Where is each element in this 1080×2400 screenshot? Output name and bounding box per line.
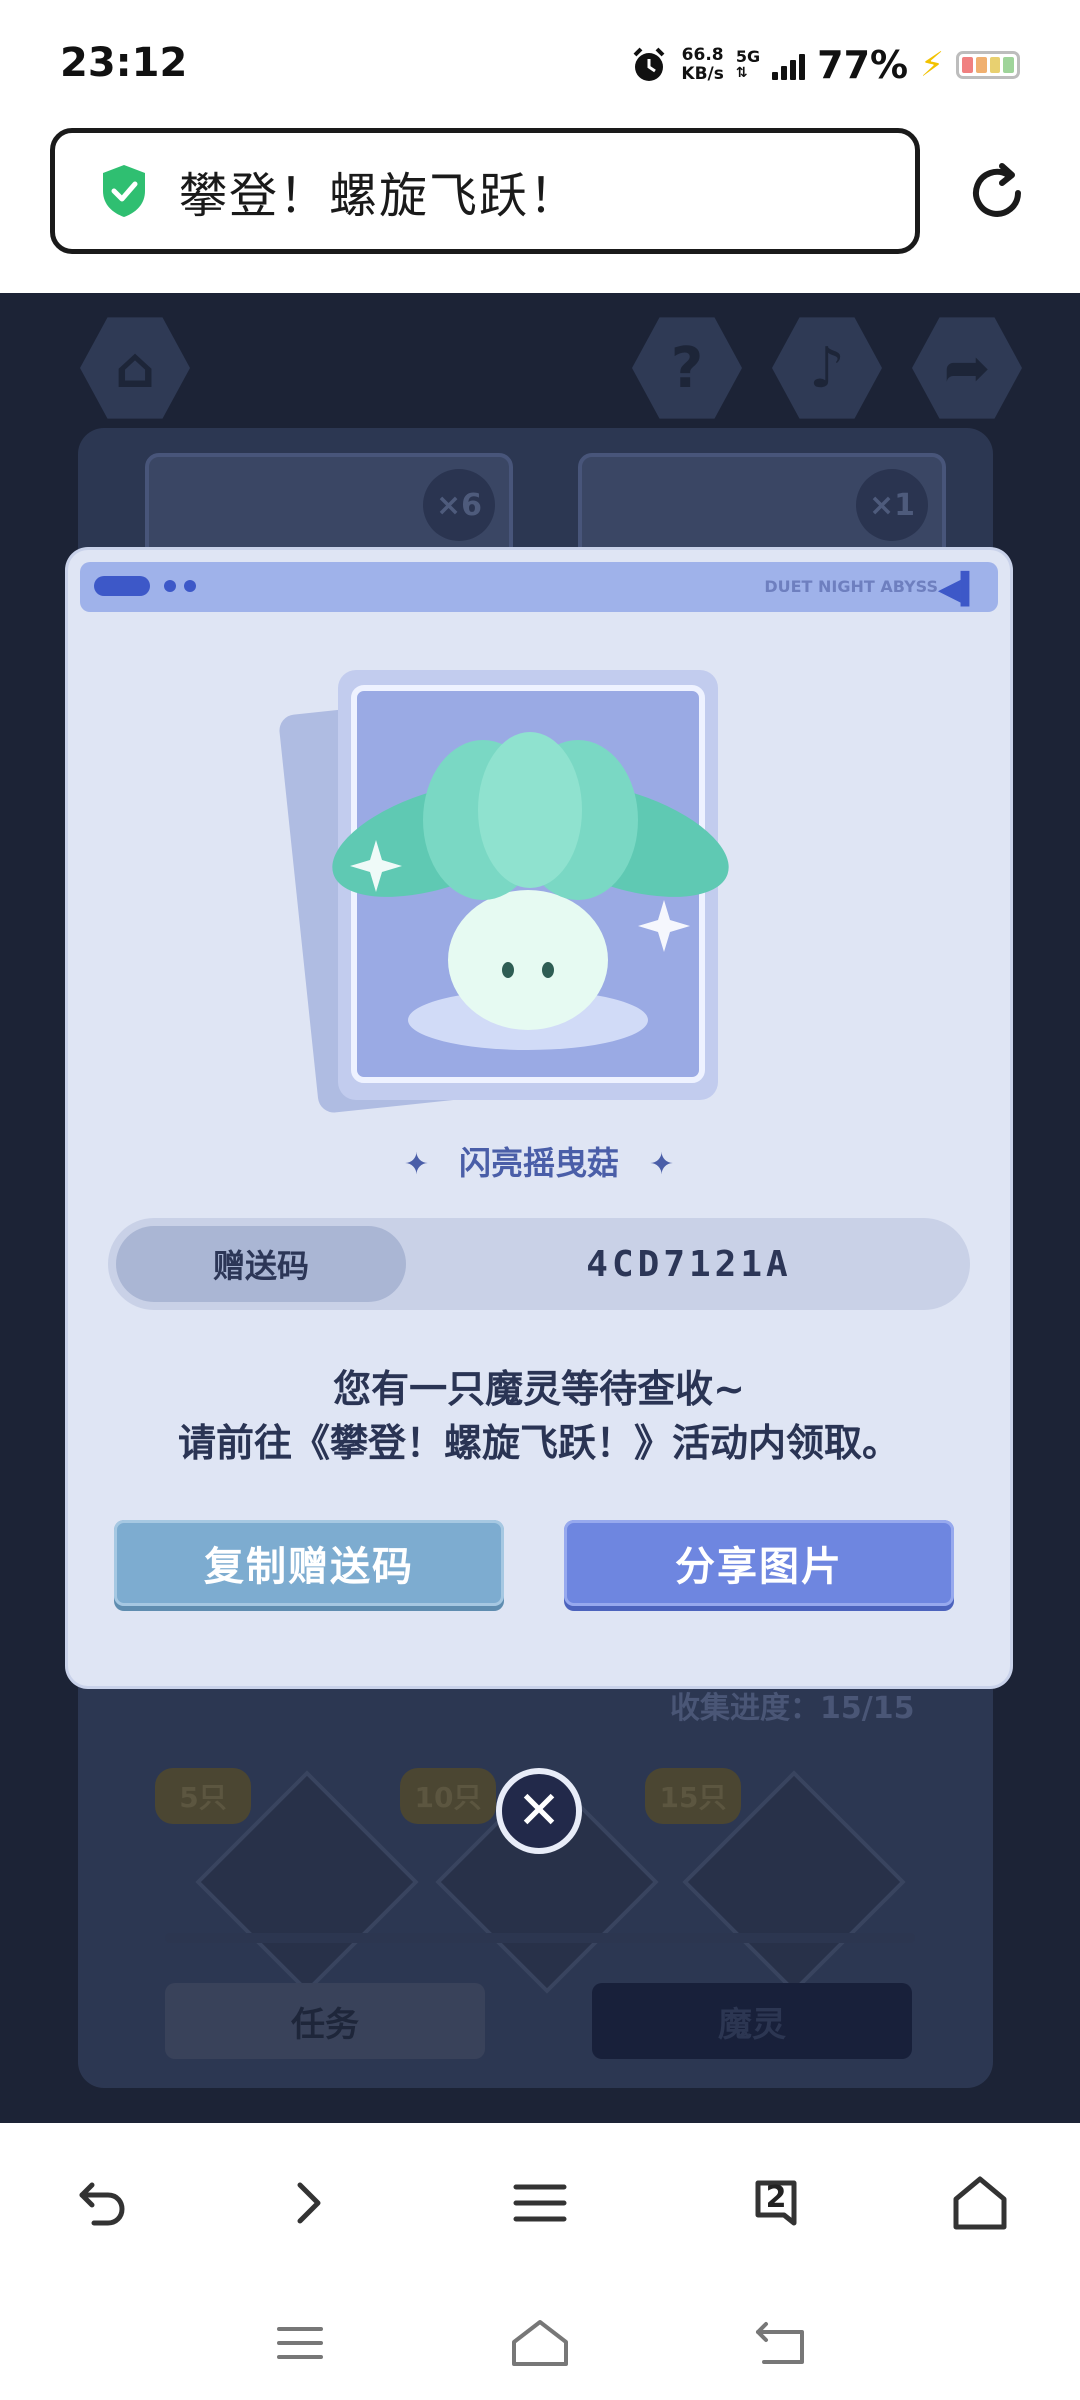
count-badge: ×1 bbox=[856, 469, 928, 541]
status-bar: 23:12 66.8 KB/s 5G ⇅ 77% ⚡ bbox=[0, 0, 1080, 130]
address-bar[interactable]: 攀登！螺旋飞跃！ bbox=[50, 128, 920, 254]
message-line-2: 请前往《攀登！螺旋飞跃！》活动内领取。 bbox=[177, 1421, 900, 1465]
tab-spirits[interactable]: 魔灵 bbox=[592, 1983, 912, 2059]
home-icon bbox=[953, 2176, 1007, 2230]
charging-icon: ⚡ bbox=[920, 45, 944, 85]
recents-icon bbox=[277, 2327, 323, 2359]
milestone-chip: 10只 bbox=[400, 1768, 496, 1824]
milestone-chip: 15只 bbox=[645, 1768, 741, 1824]
reload-icon[interactable] bbox=[962, 158, 1032, 228]
spirit-card-image bbox=[279, 670, 729, 1113]
music-button[interactable]: ♪ bbox=[772, 317, 882, 419]
shield-check-icon bbox=[103, 165, 145, 217]
message-line-1: 您有一只魔灵等待查收~ bbox=[333, 1367, 745, 1411]
network-type-label: 5G bbox=[735, 47, 761, 66]
menu-button[interactable] bbox=[500, 2163, 580, 2243]
forward-icon bbox=[297, 2182, 321, 2224]
network-speed-value: 66.8 bbox=[681, 45, 724, 65]
spirit-name-row: ✦ 闪亮摇曳菇 ✦ bbox=[68, 1138, 1010, 1184]
page-title: 攀登！螺旋飞跃！ bbox=[179, 168, 580, 224]
system-nav-bar bbox=[0, 2283, 1080, 2400]
dialog-header: DUET NIGHT ABYSS ◀▍ bbox=[80, 562, 998, 612]
system-back-button[interactable] bbox=[745, 2313, 815, 2373]
network-type: 5G ⇅ bbox=[735, 47, 761, 82]
milestone-chip: 5只 bbox=[155, 1768, 251, 1824]
share-icon: ➦ bbox=[943, 335, 991, 401]
gift-code-dialog: DUET NIGHT ABYSS ◀▍ ✦ 闪亮摇曳菇 ✦ 赠送码 4CD7121A… bbox=[68, 550, 1010, 1686]
back-icon bbox=[79, 2182, 125, 2226]
sparkle-icon: ✦ bbox=[403, 1147, 429, 1182]
back-button[interactable] bbox=[62, 2163, 142, 2243]
recents-button[interactable] bbox=[265, 2313, 335, 2373]
music-icon: ♪ bbox=[809, 335, 845, 401]
close-dialog-button[interactable]: ✕ bbox=[496, 1768, 582, 1854]
tab-tasks-label: 任务 bbox=[291, 2004, 359, 2045]
header-pill bbox=[94, 576, 150, 596]
menu-icon bbox=[513, 2184, 567, 2222]
tabs-button[interactable]: 2 bbox=[736, 2163, 816, 2243]
count-badge: ×6 bbox=[423, 469, 495, 541]
home-icon: ⌂ bbox=[114, 335, 156, 401]
battery-percent: 77% bbox=[817, 43, 909, 87]
home-icon bbox=[512, 2320, 568, 2366]
browser-toolbar: 2 bbox=[0, 2123, 1080, 2283]
close-icon: ✕ bbox=[517, 1781, 561, 1841]
header-arrow-icon: ◀▍ bbox=[937, 572, 984, 607]
battery-icon bbox=[956, 51, 1020, 79]
alarm-icon bbox=[634, 47, 665, 81]
dialog-brand: DUET NIGHT ABYSS bbox=[764, 577, 938, 596]
spirit-name: 闪亮摇曳菇 bbox=[458, 1144, 619, 1182]
back-icon bbox=[756, 2322, 804, 2364]
tab-tasks[interactable]: 任务 bbox=[165, 1983, 485, 2059]
home-button[interactable] bbox=[940, 2163, 1020, 2243]
network-speed: 66.8 KB/s bbox=[681, 46, 723, 84]
progress-text: 收集进度：15/15 bbox=[670, 1691, 915, 1726]
progress-track bbox=[165, 1933, 915, 1943]
gift-code-label: 赠送码 bbox=[116, 1226, 406, 1302]
header-dot bbox=[164, 580, 176, 592]
forward-button[interactable] bbox=[268, 2163, 348, 2243]
status-icons: 66.8 KB/s 5G ⇅ 77% ⚡ bbox=[629, 40, 1020, 90]
tab-count: 2 bbox=[765, 2179, 787, 2215]
header-dot bbox=[184, 580, 196, 592]
signal-icon bbox=[772, 50, 806, 80]
share-image-button[interactable]: 分享图片 bbox=[564, 1520, 954, 1606]
home-button[interactable]: ⌂ bbox=[80, 317, 190, 419]
gift-code-field: 赠送码 4CD7121A bbox=[108, 1218, 970, 1310]
help-icon: ? bbox=[670, 335, 704, 401]
help-button[interactable]: ? bbox=[632, 317, 742, 419]
clock: 23:12 bbox=[60, 40, 188, 86]
share-page-button[interactable]: ➦ bbox=[912, 317, 1022, 419]
updown-arrows-icon: ⇅ bbox=[735, 65, 748, 81]
network-speed-unit: KB/s bbox=[681, 64, 724, 84]
gift-code-value: 4CD7121A bbox=[586, 1243, 792, 1285]
system-home-button[interactable] bbox=[505, 2313, 575, 2373]
copy-code-button[interactable]: 复制赠送码 bbox=[114, 1520, 504, 1606]
tab-spirits-label: 魔灵 bbox=[718, 2004, 786, 2045]
sparkle-icon: ✦ bbox=[649, 1147, 675, 1182]
